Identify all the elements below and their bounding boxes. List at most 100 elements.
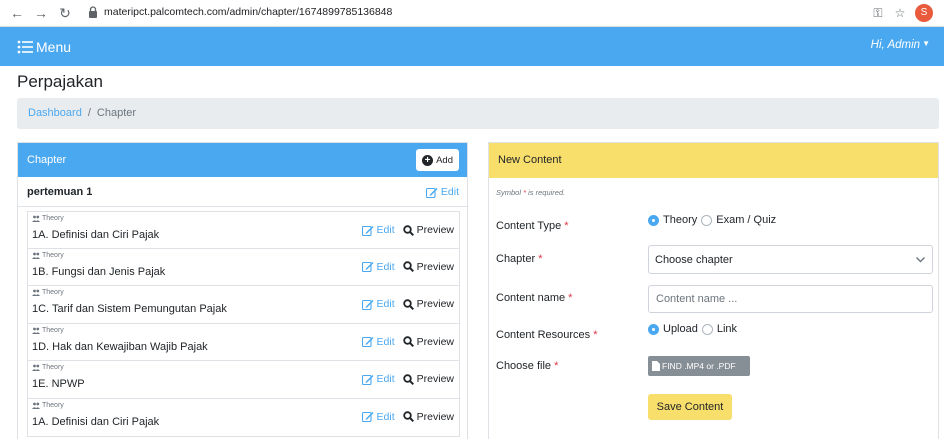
content-list: Theory 1A. Definisi dan Ciri Pajak Edit Pre… <box>27 211 460 437</box>
preview-link[interactable]: Preview <box>402 260 454 273</box>
item-type-label: Theory <box>42 326 64 334</box>
users-icon <box>32 215 40 222</box>
edit-icon <box>361 337 374 348</box>
radio-link-label[interactable]: Link <box>717 323 737 335</box>
item-type-label: Theory <box>42 251 64 259</box>
content-type-label-text: Content Type <box>496 220 562 232</box>
breadcrumb-separator: / <box>87 107 91 119</box>
preview-link[interactable]: Preview <box>402 298 454 311</box>
users-icon <box>32 252 40 259</box>
key-icon[interactable]: ⚿ <box>869 4 887 22</box>
search-icon <box>402 298 414 310</box>
radio-exam-quiz-label[interactable]: Exam / Quiz <box>716 214 776 226</box>
list-item: Theory 1C. Tarif dan Sistem Pemungutan Pa… <box>27 286 460 324</box>
item-type-label: Theory <box>42 364 64 372</box>
item-actions: Edit Preview <box>361 260 454 273</box>
breadcrumb: Dashboard / Chapter <box>17 98 939 129</box>
find-file-button[interactable]: FIND .MP4 or .PDF <box>648 356 750 376</box>
radio-theory-label[interactable]: Theory <box>663 214 697 226</box>
item-type: Theory <box>32 327 64 334</box>
edit-icon <box>361 374 374 385</box>
radio-upload[interactable] <box>648 323 659 335</box>
edit-icon <box>361 412 374 423</box>
item-title: 1D. Hak dan Kewajiban Wajib Pajak <box>32 340 208 353</box>
edit-link[interactable]: Edit <box>361 410 395 423</box>
browser-toolbar: ← → ↻ materipct.palcomtech.com/admin/cha… <box>0 0 944 27</box>
address-bar[interactable]: materipct.palcomtech.com/admin/chapter/1… <box>104 6 392 18</box>
edit-link[interactable]: Edit <box>361 335 395 348</box>
item-title: 1A. Definisi dan Ciri Pajak <box>32 415 160 428</box>
item-title: 1A. Definisi dan Ciri Pajak <box>32 229 160 241</box>
profile-avatar[interactable]: S <box>915 4 933 22</box>
content-type-radio-group: Theory Exam / Quiz <box>648 214 780 226</box>
content-name-label-text: Content name <box>496 292 566 304</box>
preview-label: Preview <box>416 335 454 348</box>
required-star: * <box>554 360 559 372</box>
chapter-section: pertemuan 1 Edit <box>18 177 467 207</box>
list-item: Theory 1B. Fungsi dan Jenis Pajak Edit Prev… <box>27 248 460 287</box>
item-actions: Edit Preview <box>361 224 454 236</box>
reload-icon[interactable]: ↻ <box>56 4 74 22</box>
section-title: pertemuan 1 <box>27 186 93 198</box>
preview-label: Preview <box>416 298 454 311</box>
chapter-label: Chapter * <box>496 253 542 265</box>
preview-link[interactable]: Preview <box>402 410 454 423</box>
forward-arrow-icon[interactable]: → <box>32 4 50 22</box>
preview-label: Preview <box>416 260 454 273</box>
radio-theory[interactable] <box>648 214 659 226</box>
chapter-label-text: Chapter <box>496 253 536 265</box>
content-type-label: Content Type * <box>496 220 569 232</box>
preview-link[interactable]: Preview <box>402 224 454 236</box>
star-icon[interactable]: ☆ <box>891 4 909 22</box>
add-button-label: Add <box>436 154 453 166</box>
item-title: 1C. Tarif dan Sistem Pemungutan Pajak <box>32 303 227 316</box>
item-actions: Edit Preview <box>361 335 454 348</box>
edit-label: Edit <box>376 224 395 236</box>
radio-link[interactable] <box>701 323 713 335</box>
required-note: Symbol * is required. <box>496 188 565 197</box>
user-greeting: Hi, Admin <box>870 39 921 51</box>
caret-down-icon: ▼ <box>922 39 930 48</box>
edit-label: Edit <box>376 335 395 348</box>
save-content-button[interactable]: Save Content <box>648 394 732 420</box>
edit-label: Edit <box>376 373 395 386</box>
lock-icon <box>89 6 97 18</box>
item-title: 1B. Fungsi dan Jenis Pajak <box>32 265 166 278</box>
chapter-panel-title: Chapter <box>27 154 67 166</box>
new-content-header: New Content <box>489 143 938 178</box>
preview-label: Preview <box>416 373 454 386</box>
file-icon <box>652 361 660 371</box>
edit-link[interactable]: Edit <box>361 261 395 273</box>
plus-circle-icon: + <box>422 154 434 166</box>
edit-link[interactable]: Edit <box>361 224 395 236</box>
edit-link[interactable]: Edit <box>361 373 395 386</box>
radio-upload-label[interactable]: Upload <box>663 323 698 335</box>
edit-label: Edit <box>376 410 395 423</box>
content-name-input[interactable] <box>648 285 933 313</box>
section-edit-link[interactable]: Edit <box>425 186 459 198</box>
menu-button[interactable]: Menu <box>17 36 71 58</box>
preview-link[interactable]: Preview <box>402 373 454 386</box>
user-dropdown[interactable]: Hi, Admin ▼ <box>871 39 930 51</box>
item-type: Theory <box>32 364 64 372</box>
item-actions: Edit Preview <box>361 410 454 423</box>
required-note-prefix: Symbol <box>496 188 522 197</box>
new-content-panel: New Content Symbol * is required. Conten… <box>488 142 939 439</box>
required-star: * <box>538 253 543 265</box>
preview-link[interactable]: Preview <box>402 335 454 348</box>
content-resources-label-text: Content Resources <box>496 329 591 341</box>
edit-link[interactable]: Edit <box>361 298 395 310</box>
users-icon <box>32 402 40 409</box>
add-chapter-button[interactable]: + Add <box>416 149 459 171</box>
chapter-select[interactable]: Choose chapter <box>648 245 933 274</box>
breadcrumb-dashboard[interactable]: Dashboard <box>28 107 82 119</box>
back-arrow-icon[interactable]: ← <box>8 4 26 22</box>
item-actions: Edit Preview <box>361 298 454 311</box>
search-icon <box>402 261 414 273</box>
search-icon <box>402 224 414 236</box>
item-type-label: Theory <box>42 401 64 409</box>
preview-label: Preview <box>416 410 454 423</box>
required-star: * <box>568 292 573 304</box>
radio-exam-quiz[interactable] <box>701 214 713 226</box>
preview-label: Preview <box>416 224 454 236</box>
